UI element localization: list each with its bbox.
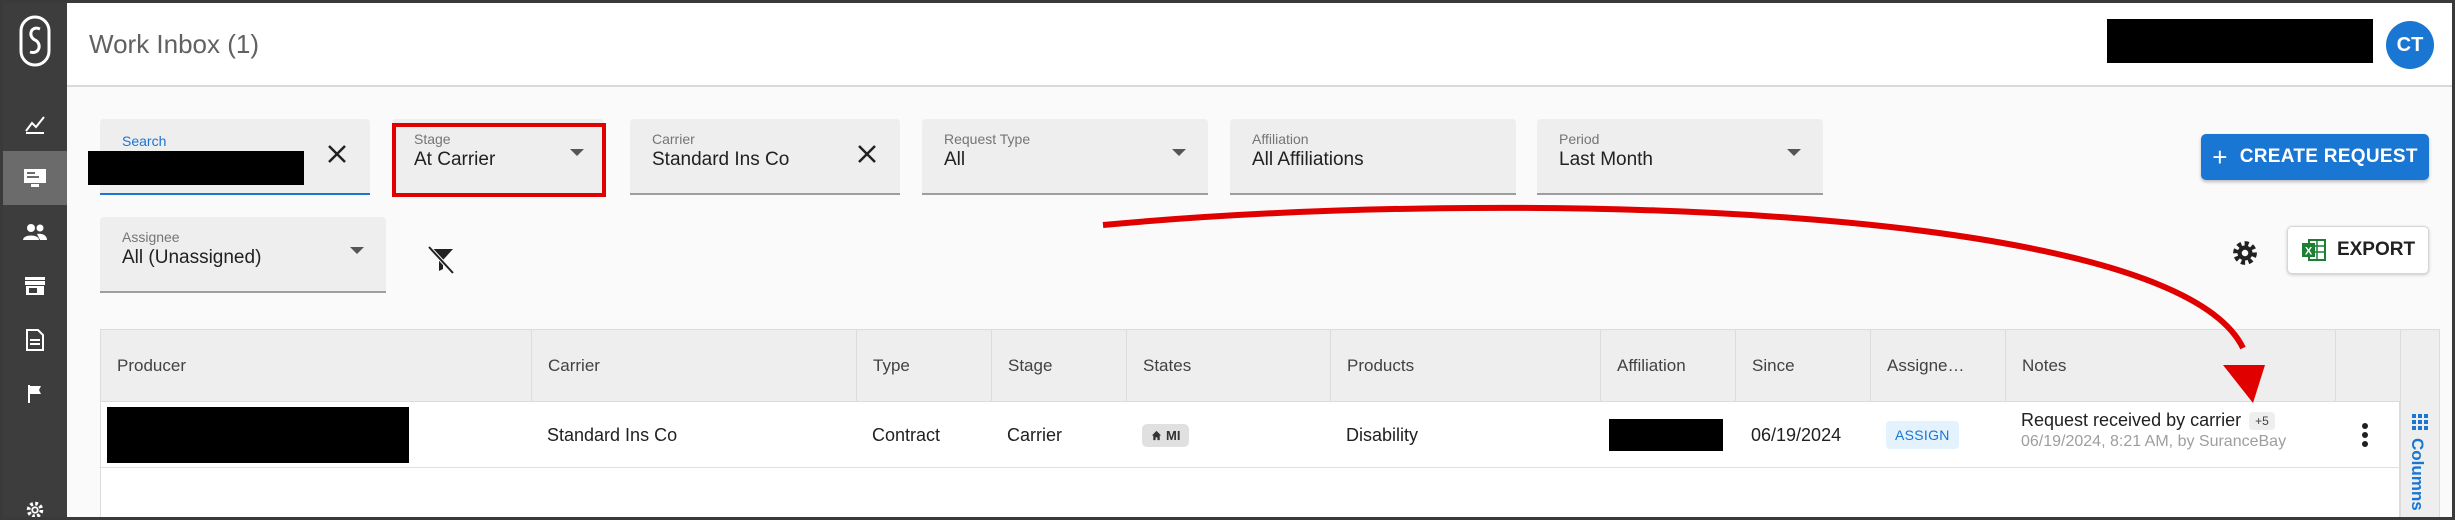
svg-text:X: X — [2305, 246, 2313, 258]
since-cell: 06/19/2024 — [1751, 424, 1842, 445]
producer-cell — [101, 402, 531, 468]
states-cell: MI — [1126, 402, 1330, 468]
app-logo[interactable] — [11, 11, 59, 71]
create-request-button[interactable]: + CREATE REQUEST — [2201, 134, 2429, 180]
period-select[interactable]: Period Last Month — [1537, 119, 1823, 195]
carrier-label: Carrier — [652, 131, 695, 147]
export-button[interactable]: X EXPORT — [2287, 226, 2429, 274]
request-type-value: All — [944, 149, 966, 170]
column-header-stage[interactable]: Stage — [991, 330, 1126, 402]
assignee-value: All (Unassigned) — [122, 247, 262, 268]
carrier-cell: Standard Ins Co — [547, 424, 678, 445]
more-vert-icon — [2362, 423, 2368, 447]
clear-filters-button[interactable] — [423, 241, 459, 277]
more-notes-badge[interactable]: +5 — [2249, 412, 2275, 431]
clear-search-icon[interactable] — [324, 141, 350, 167]
columns-panel-toggle[interactable]: Columns — [2400, 329, 2440, 517]
column-header-actions — [2335, 330, 2401, 402]
period-label: Period — [1559, 131, 1600, 147]
view-column-icon — [2412, 414, 2428, 430]
sidebar-item-settings[interactable] — [3, 483, 67, 517]
export-label: EXPORT — [2336, 239, 2416, 260]
column-header-since[interactable]: Since — [1735, 330, 1870, 402]
redacted-user-name — [2107, 19, 2373, 63]
sidebar-item-people[interactable] — [3, 205, 67, 259]
carrier-field[interactable]: Carrier Standard Ins Co — [630, 119, 900, 195]
assign-button[interactable]: ASSIGN — [1886, 421, 1959, 449]
assignee-select[interactable]: Assignee All (Unassigned) — [100, 217, 386, 293]
column-header-carrier[interactable]: Carrier — [531, 330, 856, 402]
row-actions-button[interactable] — [2335, 402, 2401, 468]
gear-icon — [2233, 241, 2257, 265]
store-icon — [25, 277, 45, 295]
type-cell: Contract — [872, 424, 941, 445]
plus-icon: + — [2212, 141, 2228, 172]
page-title: Work Inbox (1) — [89, 29, 260, 59]
search-field[interactable]: Search — [88, 119, 370, 195]
period-value: Last Month — [1559, 149, 1653, 170]
app-window: Work Inbox (1) CT Search Stage At Carrie… — [0, 0, 2455, 520]
sidebar-nav — [3, 3, 67, 517]
requests-table: Producer Carrier Type Stage States Produ… — [100, 329, 2401, 517]
logo-icon — [19, 15, 51, 67]
stage-cell: Carrier — [1007, 424, 1063, 445]
table-row[interactable]: Standard Ins Co Contract Carrier MI Disa… — [101, 402, 2401, 468]
chevron-down-icon — [350, 247, 364, 254]
column-header-type[interactable]: Type — [856, 330, 991, 402]
flag-icon — [28, 385, 41, 403]
chevron-down-icon — [1172, 149, 1186, 156]
affiliation-select[interactable]: Affiliation All Affiliations — [1230, 119, 1516, 195]
filter-off-icon — [427, 245, 455, 275]
column-header-notes[interactable]: Notes — [2005, 330, 2335, 402]
analytics-icon — [25, 116, 45, 134]
people-icon — [23, 224, 47, 240]
table-settings-button[interactable] — [2225, 233, 2265, 273]
request-type-label: Request Type — [944, 131, 1031, 147]
carrier-value: Standard Ins Co — [652, 149, 790, 170]
products-cell: Disability — [1346, 424, 1419, 445]
document-icon — [26, 329, 44, 351]
column-header-states[interactable]: States — [1126, 330, 1330, 402]
state-chip-label: MI — [1166, 427, 1181, 443]
affiliation-label: Affiliation — [1252, 131, 1309, 147]
redacted-producer — [107, 407, 409, 463]
redacted-search-value — [88, 151, 304, 185]
redacted-affiliation — [1609, 419, 1723, 451]
note-text: Request received by carrier — [2021, 410, 2242, 430]
assignee-label: Assignee — [122, 229, 180, 245]
column-header-assignee[interactable]: Assigne… — [1870, 330, 2005, 402]
assignee-cell: ASSIGN — [1870, 402, 2005, 468]
column-header-affiliation[interactable]: Affiliation — [1600, 330, 1735, 402]
state-chip: MI — [1142, 423, 1190, 447]
search-label: Search — [122, 133, 167, 149]
desktop-icon — [24, 169, 46, 187]
sidebar-item-flags[interactable] — [3, 367, 67, 421]
column-header-products[interactable]: Products — [1330, 330, 1600, 402]
request-type-select[interactable]: Request Type All — [922, 119, 1208, 195]
excel-icon: X — [2301, 239, 2326, 261]
settings-gear-icon — [26, 501, 44, 517]
sidebar-item-store[interactable] — [3, 259, 67, 313]
top-bar: Work Inbox (1) CT — [67, 3, 2452, 87]
affiliation-value: All Affiliations — [1252, 149, 1364, 170]
table-header: Producer Carrier Type Stage States Produ… — [101, 330, 2401, 402]
sidebar-item-inbox[interactable] — [3, 151, 67, 205]
sidebar-item-analytics[interactable] — [3, 97, 67, 151]
note-meta: 06/19/2024, 8:21 AM, by SuranceBay — [2021, 433, 2287, 450]
user-avatar[interactable]: CT — [2386, 21, 2434, 69]
clear-carrier-icon[interactable] — [854, 141, 880, 167]
home-icon — [1151, 430, 1162, 440]
column-header-producer[interactable]: Producer — [101, 330, 531, 402]
sidebar-item-documents[interactable] — [3, 313, 67, 367]
affiliation-cell — [1600, 402, 1735, 468]
annotation-highlight-box — [392, 123, 606, 197]
create-request-label: CREATE REQUEST — [2239, 146, 2418, 167]
note-main: Request received by carrier +5 — [2021, 410, 2335, 431]
chevron-down-icon — [1787, 149, 1801, 156]
notes-cell: Request received by carrier +5 06/19/2024… — [2005, 402, 2335, 468]
columns-tab-label: Columns — [2408, 438, 2427, 511]
